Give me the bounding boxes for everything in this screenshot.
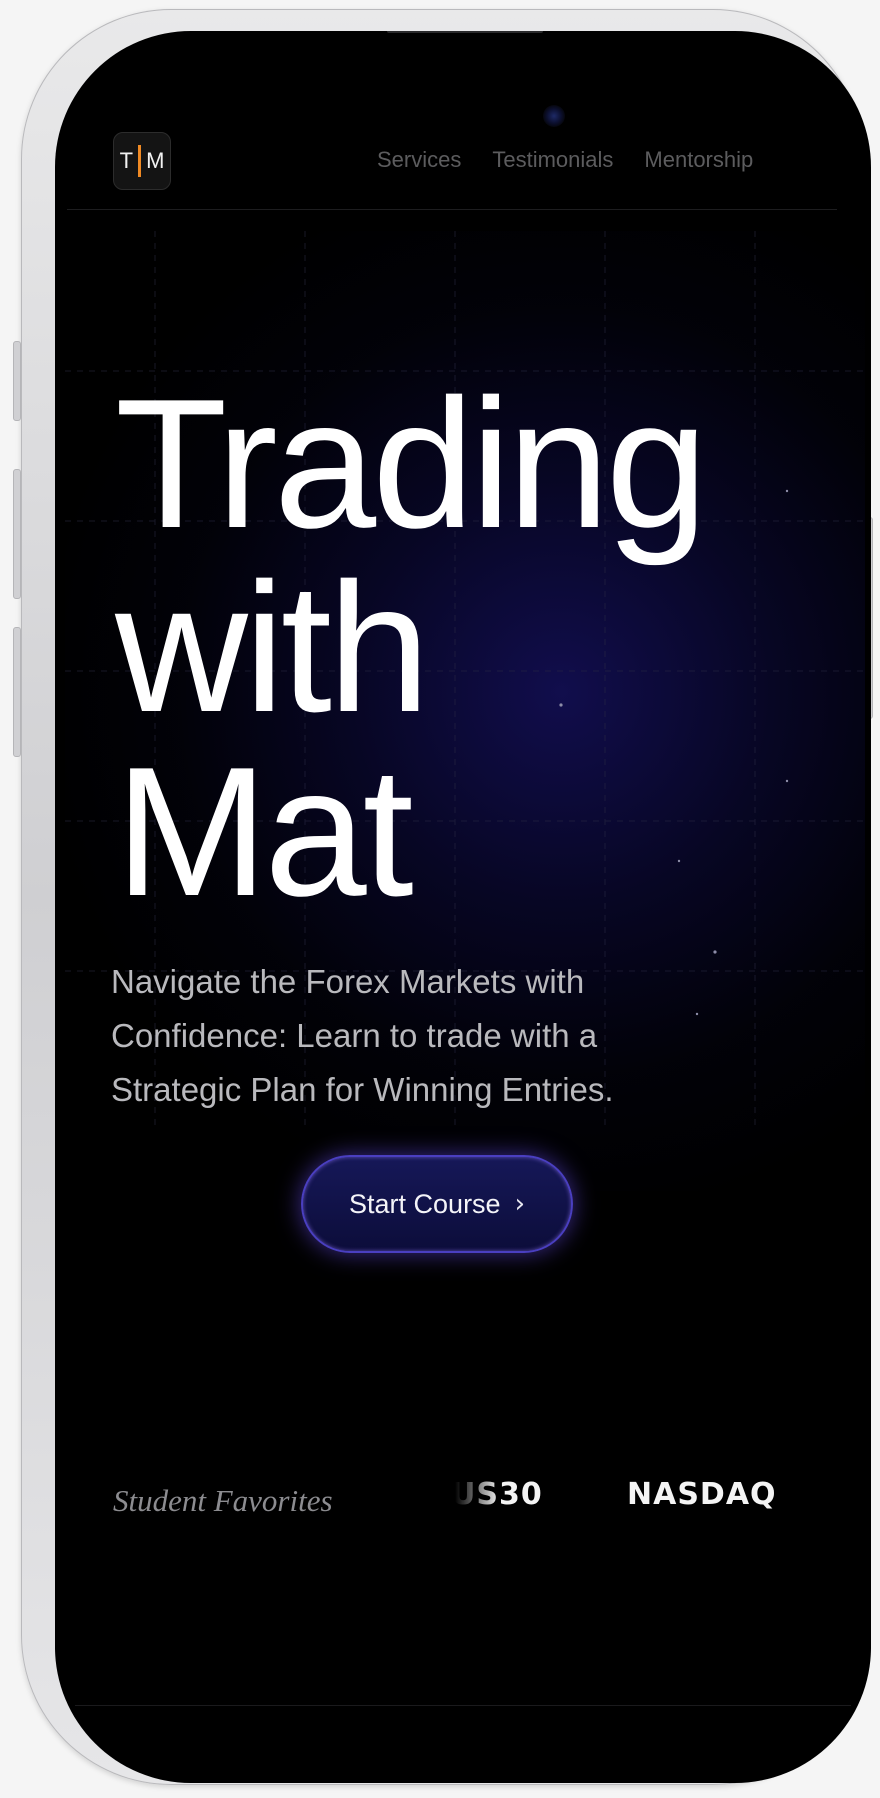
nav-item-testimonials[interactable]: Testimonials: [492, 147, 613, 173]
site-header: T M Services Testimonials Mentorship: [55, 31, 871, 211]
start-course-label: Start Course: [349, 1188, 501, 1219]
ticker-us30: US30: [455, 1477, 543, 1512]
favorites-marquee: US30 NASDAQ: [455, 1471, 825, 1531]
main-nav: Services Testimonials Mentorship: [377, 147, 753, 173]
ticker-nasdaq: NASDAQ: [627, 1477, 777, 1512]
action-button: [13, 341, 21, 421]
nav-item-mentorship[interactable]: Mentorship: [644, 147, 753, 173]
start-course-button[interactable]: Start Course ›: [301, 1155, 573, 1253]
section-divider: [75, 1705, 851, 1706]
screen: T M Services Testimonials Mentorship Tra…: [55, 31, 871, 1783]
volume-up-button: [13, 469, 21, 599]
student-favorites-label: Student Favorites: [113, 1483, 333, 1518]
nav-item-services[interactable]: Services: [377, 147, 461, 173]
logo-letter-t: T: [119, 148, 134, 173]
hero-title: Trading with Mat: [115, 360, 708, 934]
volume-down-button: [13, 627, 21, 757]
logo[interactable]: T M: [113, 132, 171, 190]
phone-frame: T M Services Testimonials Mentorship Tra…: [13, 9, 873, 1785]
chevron-right-icon: ›: [514, 1189, 525, 1219]
header-divider: [67, 209, 837, 210]
logo-letter-m: M: [146, 148, 165, 173]
hero-subtitle: Navigate the Forex Markets with Confiden…: [111, 963, 614, 1108]
logo-accent-bar: [138, 145, 142, 177]
